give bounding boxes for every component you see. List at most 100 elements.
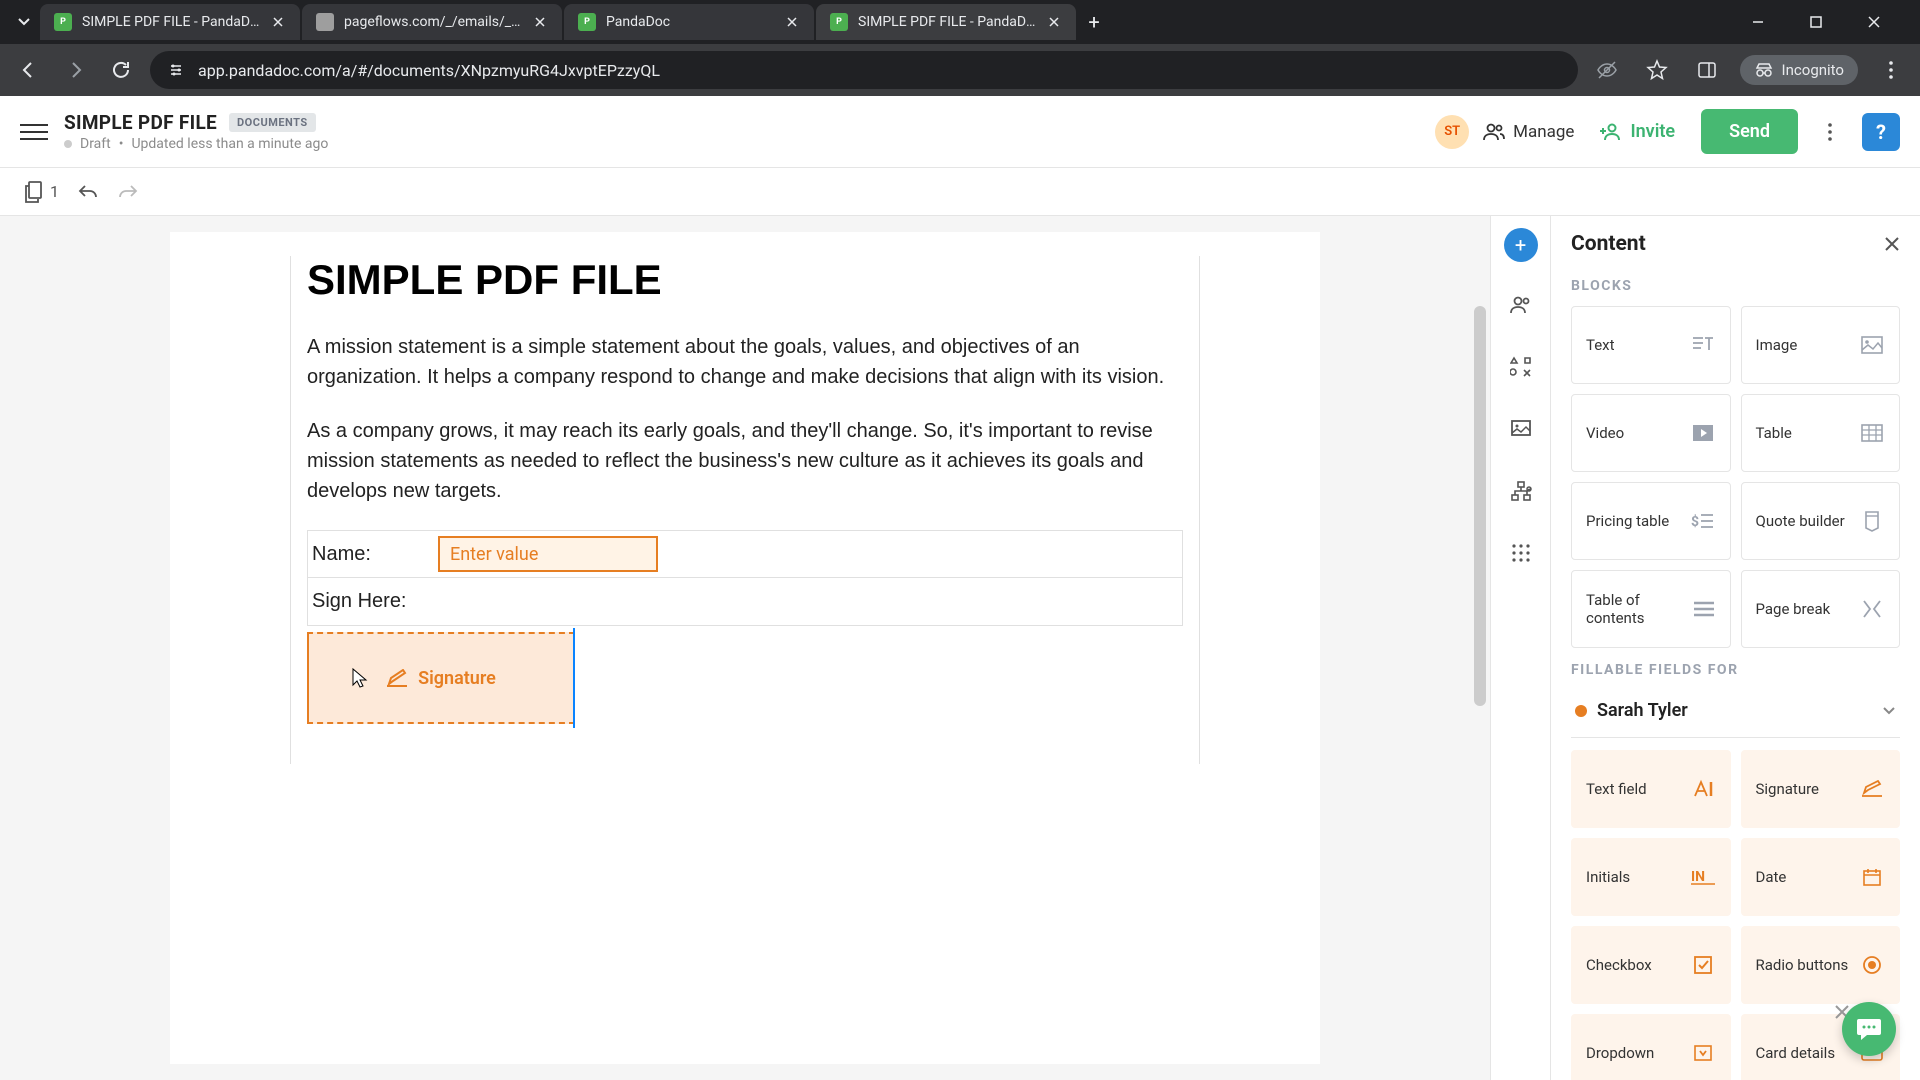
block-table[interactable]: Table [1741, 394, 1901, 472]
signature-icon [1859, 776, 1885, 802]
redo-button[interactable] [117, 183, 139, 201]
field-dropdown[interactable]: Dropdown [1571, 1014, 1731, 1080]
add-content-button[interactable]: + [1504, 228, 1538, 262]
recipients-rail-button[interactable] [1502, 286, 1540, 324]
field-text[interactable]: Text field [1571, 750, 1731, 828]
recipient-name: Sarah Tyler [1597, 700, 1688, 721]
block-text[interactable]: Text [1571, 306, 1731, 384]
bookmark-button[interactable] [1640, 53, 1674, 87]
minimize-icon [1752, 16, 1764, 28]
document-canvas[interactable]: SIMPLE PDF FILE A mission statement is a… [0, 216, 1490, 1080]
chat-widget-button[interactable] [1842, 1002, 1896, 1056]
window-maximize-button[interactable] [1796, 6, 1836, 38]
canvas-scrollbar[interactable] [1474, 306, 1486, 706]
variables-rail-button[interactable] [1502, 348, 1540, 386]
block-quote-builder[interactable]: Quote builder [1741, 482, 1901, 560]
dropdown-icon [1690, 1040, 1716, 1066]
tab-close-button[interactable] [784, 14, 800, 30]
manage-button[interactable]: Manage [1483, 122, 1574, 142]
signature-field-label: Signature [418, 668, 496, 689]
field-radio[interactable]: Radio buttons [1741, 926, 1901, 1004]
close-icon [787, 17, 797, 27]
page-count: 1 [50, 182, 59, 201]
field-signature[interactable]: Signature [1741, 750, 1901, 828]
document-title[interactable]: SIMPLE PDF FILE [64, 111, 217, 134]
pages-button[interactable]: 1 [24, 181, 59, 203]
tab-close-button[interactable] [532, 14, 548, 30]
cursor-icon [351, 667, 369, 689]
window-minimize-button[interactable] [1738, 6, 1778, 38]
signature-field-dragging[interactable]: Signature [307, 632, 575, 724]
doc-heading[interactable]: SIMPLE PDF FILE [307, 256, 1183, 304]
block-pricing-table[interactable]: Pricing table$ [1571, 482, 1731, 560]
block-page-break[interactable]: Page break [1741, 570, 1901, 648]
reload-icon [111, 60, 131, 80]
checkbox-icon [1690, 952, 1716, 978]
tab-title: SIMPLE PDF FILE - PandaDoc [82, 14, 260, 30]
incognito-badge[interactable]: Incognito [1740, 55, 1858, 85]
main-menu-button[interactable] [20, 118, 48, 146]
chevron-down-icon [17, 15, 31, 29]
more-menu-button[interactable] [1812, 114, 1848, 150]
star-icon [1646, 59, 1668, 81]
redo-icon [117, 183, 139, 201]
arrow-right-icon [65, 60, 85, 80]
svg-text:IN: IN [1691, 869, 1705, 885]
apps-rail-button[interactable] [1502, 534, 1540, 572]
send-button[interactable]: Send [1701, 109, 1798, 154]
browser-tab-active[interactable]: P SIMPLE PDF FILE - PandaDoc [816, 4, 1076, 40]
url-input[interactable]: app.pandadoc.com/a/#/documents/XNpzmyuRG… [150, 51, 1578, 89]
close-icon [273, 17, 283, 27]
favicon-icon: P [54, 13, 72, 31]
recipient-color-dot [1575, 705, 1587, 717]
tab-search-button[interactable] [8, 6, 40, 38]
new-tab-button[interactable]: + [1078, 6, 1110, 38]
doc-paragraph[interactable]: As a company grows, it may reach its ear… [307, 416, 1183, 506]
block-image[interactable]: Image [1741, 306, 1901, 384]
field-date[interactable]: Date [1741, 838, 1901, 916]
workflow-rail-button[interactable] [1502, 472, 1540, 510]
doc-paragraph[interactable]: A mission statement is a simple statemen… [307, 332, 1183, 392]
textfield-icon [1690, 776, 1716, 802]
block-toc[interactable]: Table of contents [1571, 570, 1731, 648]
person-plus-icon [1600, 123, 1622, 141]
eye-off-icon [1596, 59, 1618, 81]
design-rail-button[interactable] [1502, 410, 1540, 448]
site-settings-icon[interactable] [166, 60, 186, 80]
tab-close-button[interactable] [270, 14, 286, 30]
field-initials[interactable]: InitialsIN [1571, 838, 1731, 916]
nav-reload-button[interactable] [104, 53, 138, 87]
window-close-button[interactable] [1854, 6, 1894, 38]
tree-icon [1510, 480, 1532, 502]
user-avatar[interactable]: ST [1435, 115, 1469, 149]
recipient-select[interactable]: Sarah Tyler [1571, 690, 1900, 738]
status-text: Draft [80, 136, 111, 152]
eye-off-button[interactable] [1590, 53, 1624, 87]
pages-icon [24, 181, 44, 203]
invite-button[interactable]: Invite [1588, 121, 1687, 142]
sidepanel-button[interactable] [1690, 53, 1724, 87]
tab-title: SIMPLE PDF FILE - PandaDoc [858, 14, 1036, 30]
text-icon [1690, 332, 1716, 358]
maximize-icon [1810, 16, 1822, 28]
name-text-field[interactable]: Enter value [438, 536, 658, 572]
browser-menu-button[interactable] [1874, 53, 1908, 87]
panel-close-button[interactable] [1884, 236, 1900, 252]
browser-tab[interactable]: pageflows.com/_/emails/_/7fb5 [302, 4, 562, 40]
browser-tab[interactable]: P SIMPLE PDF FILE - PandaDoc [40, 4, 300, 40]
block-video[interactable]: Video [1571, 394, 1731, 472]
manage-label: Manage [1513, 122, 1574, 142]
tab-close-button[interactable] [1046, 14, 1062, 30]
close-icon [535, 17, 545, 27]
field-checkbox[interactable]: Checkbox [1571, 926, 1731, 1004]
undo-button[interactable] [77, 183, 99, 201]
svg-text:$: $ [1691, 513, 1699, 530]
favicon-icon: P [578, 13, 596, 31]
arrow-left-icon [19, 60, 39, 80]
pricing-icon: $ [1690, 508, 1716, 534]
browser-tab[interactable]: P PandaDoc [564, 4, 814, 40]
help-button[interactable]: ? [1862, 113, 1900, 151]
nav-forward-button[interactable] [58, 53, 92, 87]
toc-icon [1692, 596, 1716, 622]
nav-back-button[interactable] [12, 53, 46, 87]
